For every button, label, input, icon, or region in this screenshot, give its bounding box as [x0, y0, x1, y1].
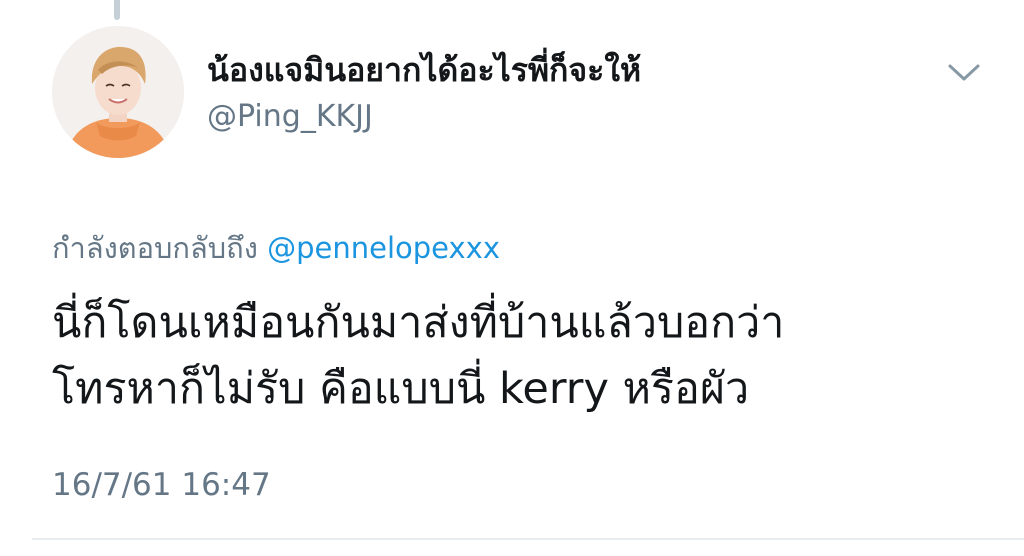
avatar-image	[52, 26, 184, 158]
avatar[interactable]	[52, 26, 184, 158]
tweet-text-line: นี่ก็โดนเหมือนกันมาส่งที่บ้านแล้วบอกว่า	[52, 298, 785, 348]
author-display-name[interactable]: น้องแจมินอยากได้อะไรพี่ก็จะให้	[207, 48, 924, 92]
tweet-header: น้องแจมินอยากได้อะไรพี่ก็จะให้ @Ping_KKJ…	[207, 48, 924, 138]
thread-connector-line	[114, 0, 120, 20]
tweet-text: นี่ก็โดนเหมือนกันมาส่งที่บ้านแล้วบอกว่า …	[52, 290, 992, 422]
chevron-down-icon[interactable]	[944, 56, 984, 88]
reply-prefix: กำลังตอบกลับถึง	[52, 231, 258, 265]
reply-context: กำลังตอบกลับถึง @pennelopexxx	[52, 228, 500, 268]
tweet-text-line: โทรหาก็ไม่รับ คือแบบนี่ kerry หรือผัว	[52, 364, 750, 414]
tweet-timestamp[interactable]: 16/7/61 16:47	[52, 463, 271, 507]
divider	[32, 538, 1024, 540]
reply-mention-link[interactable]: @pennelopexxx	[267, 231, 500, 265]
author-handle[interactable]: @Ping_KKJJ	[207, 96, 924, 138]
